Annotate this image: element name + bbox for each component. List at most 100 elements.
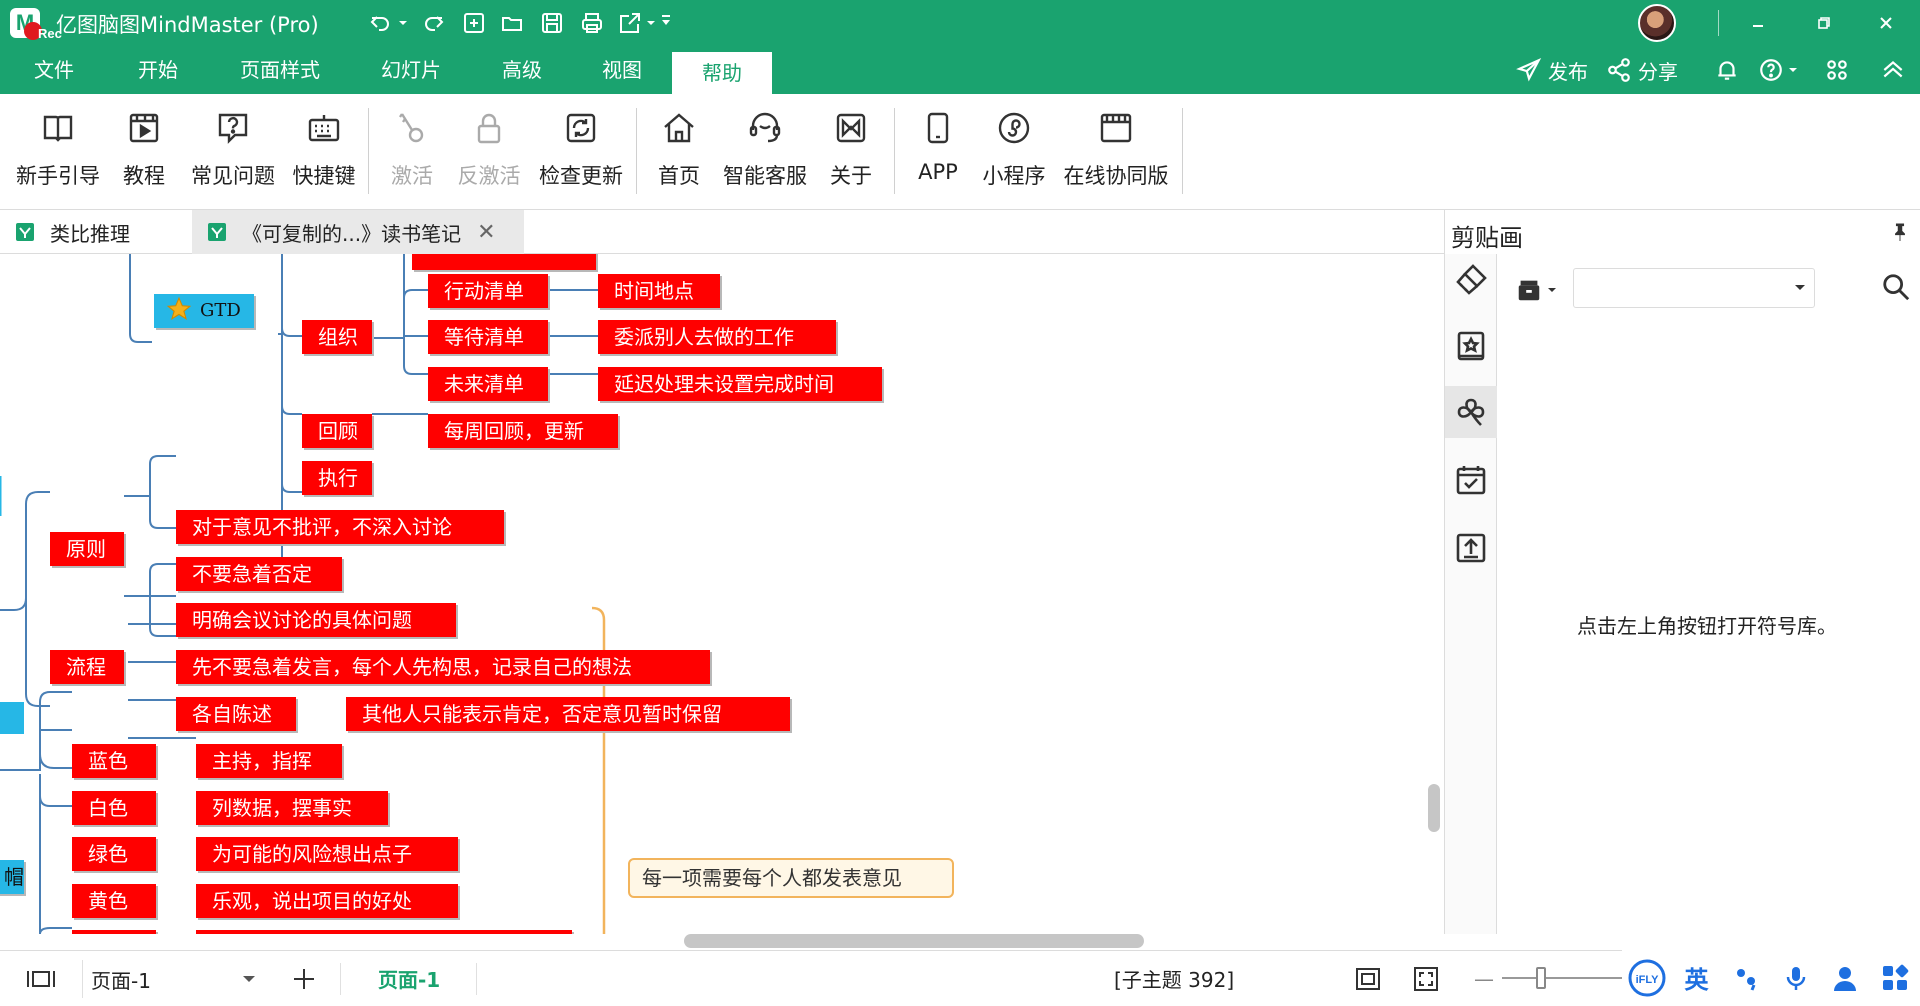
tutorial-button[interactable]: 教程 <box>116 106 172 196</box>
mindmap-node[interactable] <box>412 254 596 270</box>
share-button[interactable]: 分享 <box>1606 54 1678 86</box>
mindmap-node-future-list[interactable]: 未来清单 <box>428 367 548 401</box>
collapse-ribbon-icon[interactable] <box>1880 54 1906 86</box>
customer-service-button[interactable]: 智能客服 <box>720 106 810 196</box>
app-button[interactable]: APP <box>912 106 964 196</box>
faq-button[interactable]: 常见问题 <box>188 106 278 196</box>
notification-bell-icon[interactable] <box>1714 54 1740 86</box>
new-file-icon[interactable] <box>460 9 488 37</box>
mindmap-node-list-data[interactable]: 列数据，摆事实 <box>196 791 388 825</box>
mindmap-node-white[interactable]: 白色 <box>72 791 156 825</box>
apps-grid-icon[interactable] <box>1824 54 1850 86</box>
about-button[interactable]: 关于 <box>824 106 878 196</box>
clover-icon[interactable] <box>1445 386 1497 438</box>
menu-tab-file[interactable]: 文件 <box>14 46 94 94</box>
check-update-button[interactable]: 检查更新 <box>536 106 626 196</box>
mindmap-summary-note[interactable]: 每一项需要每个人都发表意见 <box>628 858 954 898</box>
zoom-out-icon[interactable]: — <box>1474 951 1494 1006</box>
restore-icon[interactable] <box>1804 8 1844 38</box>
doc-tab-analogy[interactable]: 类比推理 <box>0 210 190 254</box>
menu-tab-view[interactable]: 视图 <box>584 46 660 94</box>
menu-tab-help[interactable]: 帮助 <box>672 52 772 94</box>
mindmap-node-review[interactable]: 回顾 <box>302 414 372 448</box>
open-folder-icon[interactable] <box>498 9 526 37</box>
online-collab-button[interactable]: 在线协同版 <box>1060 106 1172 196</box>
publish-button[interactable]: 发布 <box>1516 54 1588 86</box>
mindmap-node-weekly-review[interactable]: 每周回顾，更新 <box>428 414 618 448</box>
ime-punctuation-icon[interactable] <box>1726 958 1766 998</box>
menu-tab-page-style[interactable]: 页面样式 <box>224 46 336 94</box>
menu-tab-slides[interactable]: 幻灯片 <box>366 46 456 94</box>
export-icon[interactable] <box>616 9 644 37</box>
mindmap-node-blue[interactable]: 蓝色 <box>72 744 156 778</box>
export-dropdown-icon[interactable] <box>644 9 658 37</box>
mindmap-node[interactable] <box>72 930 156 934</box>
mindmap-node-hats[interactable]: 帽 <box>0 860 24 894</box>
user-avatar[interactable] <box>1638 4 1676 42</box>
page-tab-active[interactable]: 页面-1 <box>378 951 440 1006</box>
help-question-icon[interactable] <box>1758 54 1798 86</box>
close-window-icon[interactable] <box>1866 8 1906 38</box>
home-button[interactable]: 首页 <box>654 106 704 196</box>
redo-icon[interactable] <box>420 9 448 37</box>
deactivate-button[interactable]: 反激活 <box>454 106 524 196</box>
doc-tab-reading-notes[interactable]: 《可复制的...》读书笔记 ✕ <box>192 210 524 254</box>
mindmap-node-each-state[interactable]: 各自陈述 <box>176 697 296 731</box>
page-panel-toggle-icon[interactable] <box>24 951 58 1006</box>
mindmap-node-organize[interactable]: 组织 <box>302 320 372 354</box>
mindmap-node-execute[interactable]: 执行 <box>302 461 372 495</box>
task-check-icon[interactable] <box>1445 454 1497 506</box>
mindmap-node-optimistic[interactable]: 乐观，说出项目的好处 <box>196 884 458 918</box>
fit-page-icon[interactable] <box>1354 951 1382 1006</box>
mindmap-node-gtd[interactable]: GTD <box>154 294 254 328</box>
fullscreen-icon[interactable] <box>1412 951 1440 1006</box>
ime-apps-grid-icon[interactable] <box>1875 958 1915 998</box>
mindmap-node-no-deny[interactable]: 不要急着否定 <box>176 557 342 591</box>
clipart-brush-icon[interactable] <box>1445 254 1497 306</box>
favorite-icon[interactable] <box>1445 320 1497 372</box>
mindmap-canvas[interactable]: GTD 组织 行动清单 时间地点 等待清单 委派别人去做的工作 未来清单 延迟处… <box>0 254 1444 934</box>
undo-icon[interactable] <box>366 9 394 37</box>
ime-language-toggle[interactable]: 英 <box>1676 958 1716 998</box>
undo-dropdown-icon[interactable] <box>396 9 410 37</box>
mindmap-node-only-affirm[interactable]: 其他人只能表示肯定，否定意见暂时保留 <box>346 697 790 731</box>
activate-button[interactable]: 激活 <box>386 106 438 196</box>
mindmap-node-no-criticize[interactable]: 对于意见不批评，不深入讨论 <box>176 510 504 544</box>
mindmap-node-risk[interactable]: 为可能的风险想出点子 <box>196 837 458 871</box>
upload-icon[interactable] <box>1445 522 1497 574</box>
mindmap-node-principle[interactable]: 原则 <box>50 532 124 566</box>
menu-tab-start[interactable]: 开始 <box>118 46 198 94</box>
mini-program-button[interactable]: 小程序 <box>978 106 1050 196</box>
vertical-scrollbar[interactable] <box>1428 784 1440 832</box>
mindmap-node-process[interactable]: 流程 <box>50 650 124 684</box>
horizontal-scrollbar[interactable] <box>684 934 1144 948</box>
minimize-icon[interactable] <box>1738 8 1778 38</box>
save-icon[interactable] <box>538 9 566 37</box>
mindmap-node-waiting-list[interactable]: 等待清单 <box>428 320 548 354</box>
page-select[interactable]: 页面-1 <box>82 960 264 998</box>
shortcut-keys-button[interactable]: 快捷键 <box>290 106 358 196</box>
microphone-icon[interactable] <box>1776 958 1816 998</box>
symbol-library-button[interactable] <box>1515 272 1563 308</box>
mindmap-node-yellow[interactable]: 黄色 <box>72 884 156 918</box>
menu-tab-advanced[interactable]: 高级 <box>484 46 560 94</box>
search-icon[interactable] <box>1881 272 1913 304</box>
zoom-slider-track[interactable] <box>1502 977 1622 979</box>
add-page-button[interactable] <box>290 951 318 1006</box>
mindmap-node-time-place[interactable]: 时间地点 <box>598 274 720 308</box>
mindmap-node-clarify[interactable]: 明确会议讨论的具体问题 <box>176 603 456 637</box>
print-icon[interactable] <box>578 9 606 37</box>
close-tab-icon[interactable]: ✕ <box>477 220 495 245</box>
guide-button[interactable]: 新手引导 <box>12 106 104 196</box>
pin-icon[interactable] <box>1891 222 1911 244</box>
mindmap-node-host[interactable]: 主持，指挥 <box>196 744 342 778</box>
library-select[interactable] <box>1573 268 1815 308</box>
mindmap-node[interactable] <box>196 930 572 934</box>
mindmap-node-action-list[interactable]: 行动清单 <box>428 274 548 308</box>
mindmap-node-think-first[interactable]: 先不要急着发言，每个人先构思，记录自己的想法 <box>176 650 710 684</box>
user-account-icon[interactable] <box>1825 958 1865 998</box>
mindmap-node-green[interactable]: 绿色 <box>72 837 156 871</box>
zoom-slider-thumb[interactable] <box>1536 967 1546 989</box>
ifly-logo-icon[interactable]: iFLY <box>1627 958 1667 998</box>
mindmap-node-delegated[interactable]: 委派别人去做的工作 <box>598 320 836 354</box>
